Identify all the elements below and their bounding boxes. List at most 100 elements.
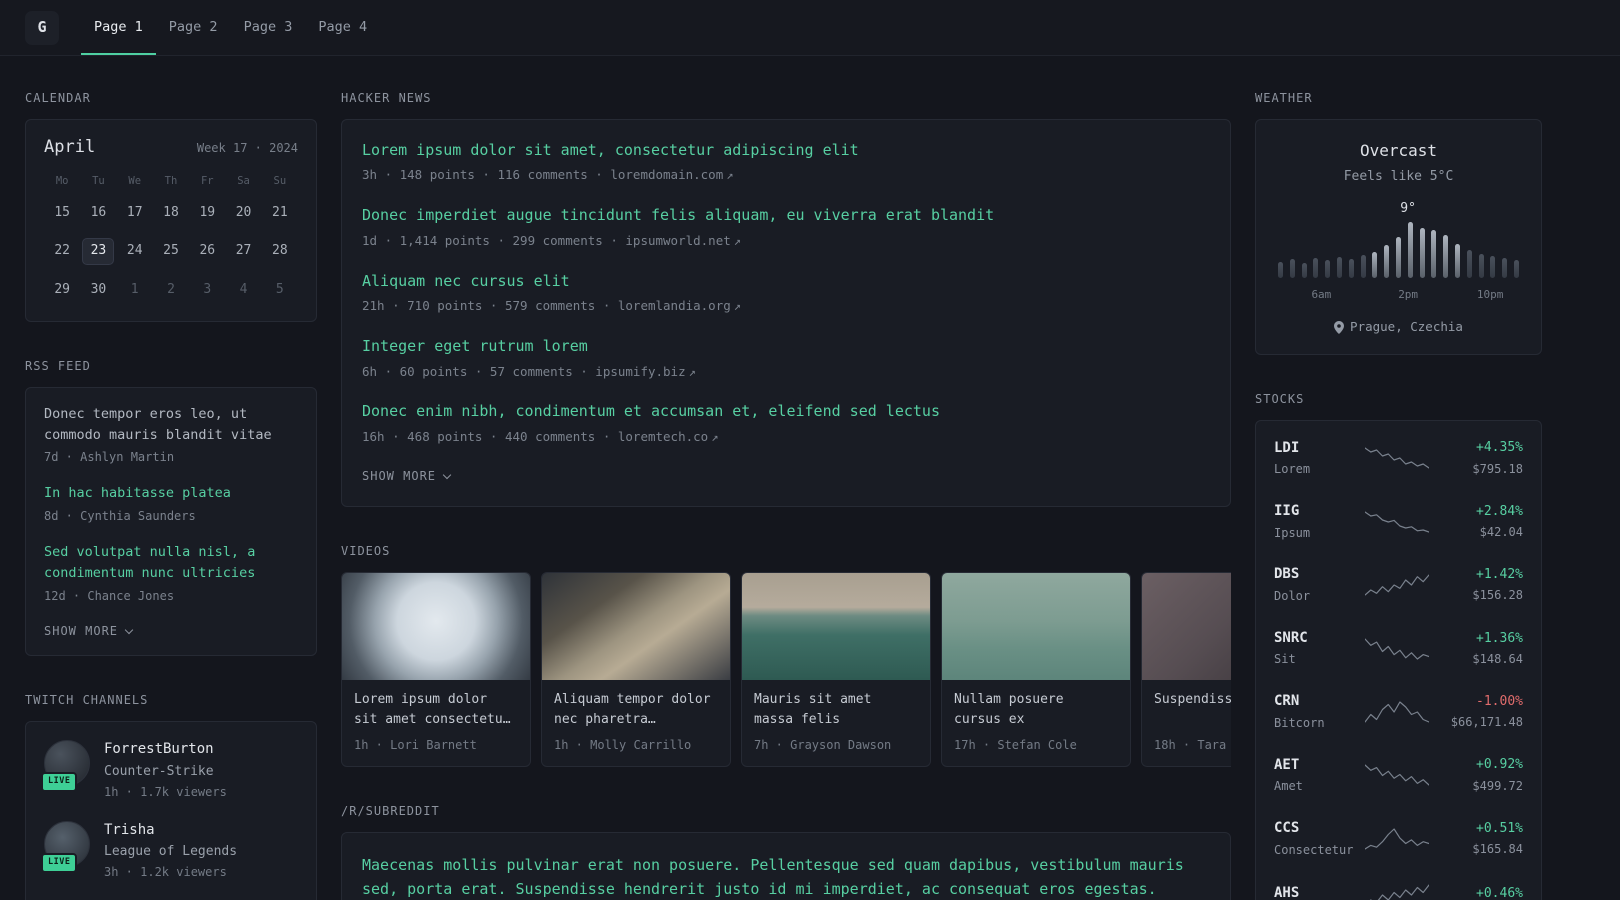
hn-show-more-button[interactable]: SHOW MORE [362, 468, 452, 485]
calendar-week-row: 29 30 1 2 3 4 5 [44, 277, 298, 303]
temp-bar [1419, 227, 1425, 279]
calendar-day-headers: Mo Tu We Th Fr Sa Su [44, 174, 298, 189]
calendar-day: 16 [90, 205, 107, 221]
right-column: WEATHER Overcast Feels like 5°C 9° 6am 2p… [1255, 90, 1542, 900]
stock-ticker[interactable]: IIG [1274, 502, 1365, 522]
external-link-icon[interactable]: ↗ [711, 430, 718, 444]
rss-headline[interactable]: In hac habitasse platea [44, 483, 298, 504]
video-card[interactable]: Nullam posuere cursus ex 17h · Stefan Co… [941, 572, 1131, 768]
video-card[interactable]: Suspendisse diam 18h · Tara [1141, 572, 1231, 768]
stock-row[interactable]: AHS +0.46% [1274, 870, 1523, 900]
day-header: Tu [92, 174, 105, 187]
video-title[interactable]: Nullam posuere cursus ex [954, 690, 1118, 730]
hn-story-link[interactable]: Lorem ipsum dolor sit amet, consectetur … [362, 140, 859, 161]
hn-story-link[interactable]: Donec enim nibh, condimentum et accumsan… [362, 401, 940, 422]
hn-item: Integer eget rutrum lorem 6h · 60 points… [362, 336, 1210, 380]
hn-story-link[interactable]: Aliquam nec cursus elit [362, 271, 570, 292]
hn-story-meta: 3h · 148 points · 116 comments · loremdo… [362, 166, 1210, 184]
channel-name[interactable]: Trisha [104, 821, 237, 841]
external-link-icon[interactable]: ↗ [734, 234, 741, 248]
weather-feels-like: Feels like 5°C [1343, 169, 1454, 185]
temp-bar [1431, 230, 1437, 279]
subreddit-widget-title: /R/SUBREDDIT [341, 804, 440, 819]
external-link-icon[interactable]: ↗ [726, 168, 733, 182]
channel-meta: 1h · 1.7k viewers [104, 784, 227, 799]
video-thumbnail[interactable] [742, 573, 930, 681]
video-meta: 17h · Stefan Cole [954, 738, 1077, 753]
stock-price: $66,171.48 [1450, 715, 1523, 730]
rss-item: Donec tempor eros leo, ut commodo mauris… [44, 404, 298, 467]
stock-sparkline [1364, 764, 1429, 786]
stock-change: +0.51% [1476, 820, 1523, 836]
video-title[interactable]: Aliquam tempor dolor nec pharetra… [554, 690, 718, 730]
tab-page-2[interactable]: Page 2 [156, 0, 231, 55]
video-card[interactable]: Mauris sit amet massa felis 7h · Grayson… [741, 572, 931, 768]
hn-story-link[interactable]: Integer eget rutrum lorem [362, 336, 588, 357]
video-thumbnail[interactable] [1142, 573, 1231, 681]
rss-show-more-button[interactable]: SHOW MORE [44, 623, 134, 640]
app-logo[interactable]: G [25, 10, 59, 45]
videos-carousel: Lorem ipsum dolor sit amet consectetu… 1… [341, 572, 1231, 768]
left-column: CALENDAR April Week 17 · 2024 Mo Tu We T… [25, 90, 317, 900]
rss-item: In hac habitasse platea 8d · Cynthia Sau… [44, 483, 298, 525]
stock-row[interactable]: IIG Ipsum +2.84% $42.04 [1274, 490, 1523, 553]
stock-change: +1.36% [1476, 630, 1523, 646]
hn-item: Aliquam nec cursus elit 21h · 710 points… [362, 271, 1210, 315]
calendar-day: 20 [235, 205, 252, 221]
stock-ticker[interactable]: LDI [1274, 439, 1365, 459]
calendar-week-row: 22 23 24 25 26 27 28 [44, 238, 298, 265]
video-title[interactable]: Mauris sit amet massa felis [754, 690, 918, 730]
stock-sparkline [1364, 574, 1429, 596]
hn-story-link[interactable]: Donec imperdiet augue tincidunt felis al… [362, 205, 994, 226]
stock-ticker[interactable]: DBS [1274, 565, 1365, 585]
stock-price: $42.04 [1479, 524, 1523, 539]
day-header: Su [273, 174, 287, 187]
stock-row[interactable]: LDI Lorem +4.35% $795.18 [1274, 427, 1523, 490]
stock-ticker[interactable]: SNRC [1274, 629, 1365, 649]
channel-game: League of Legends [104, 844, 238, 860]
stock-name: Bitcorn [1274, 715, 1325, 730]
calendar-day: 25 [163, 243, 179, 259]
video-meta: 1h · Lori Barnett [354, 738, 477, 753]
rss-headline[interactable]: Sed volutpat nulla nisl, a condimentum n… [44, 542, 298, 584]
hn-meta-text: 3h · 148 points · 116 comments · loremdo… [362, 167, 724, 183]
video-title[interactable]: Suspendisse diam [1154, 690, 1231, 730]
stock-row[interactable]: AET Amet +0.92% $499.72 [1274, 744, 1523, 807]
rss-meta: 7d · Ashlyn Martin [44, 450, 175, 465]
external-link-icon[interactable]: ↗ [734, 299, 741, 313]
hn-story-meta: 6h · 60 points · 57 comments · ipsumify.… [362, 363, 1210, 381]
stock-ticker[interactable]: AET [1274, 756, 1365, 776]
chevron-down-icon [442, 470, 452, 479]
reddit-post-link[interactable]: Maecenas mollis pulvinar erat non posuer… [362, 853, 1210, 900]
video-thumbnail[interactable] [342, 573, 530, 681]
calendar-day-out-month: 1 [130, 281, 139, 297]
video-card[interactable]: Aliquam tempor dolor nec pharetra… 1h · … [541, 572, 731, 768]
stock-ticker[interactable]: AHS [1274, 884, 1365, 900]
channel-game: Counter-Strike [104, 763, 214, 779]
hour-label: 2pm [1398, 288, 1419, 302]
calendar-day-out-month: 2 [167, 281, 175, 297]
video-card[interactable]: Lorem ipsum dolor sit amet consectetu… 1… [341, 572, 531, 768]
video-title[interactable]: Lorem ipsum dolor sit amet consectetu… [354, 690, 518, 730]
channel-name[interactable]: ForrestBurton [104, 740, 227, 760]
videos-widget-title: VIDEOS [341, 544, 391, 559]
twitch-channel[interactable]: LIVE ForrestBurton Counter-Strike 1h · 1… [41, 740, 298, 801]
external-link-icon[interactable]: ↗ [689, 365, 696, 379]
stock-row[interactable]: DBS Dolor +1.42% $156.28 [1274, 553, 1523, 616]
tab-page-3[interactable]: Page 3 [231, 0, 306, 55]
stock-change: -1.00% [1476, 693, 1523, 709]
calendar-day-out-month: 3 [203, 281, 212, 297]
twitch-channel[interactable]: LIVE Trisha League of Legends 3h · 1.2k … [41, 820, 298, 882]
stock-row[interactable]: SNRC Sit +1.36% $148.64 [1274, 617, 1523, 680]
tab-page-4[interactable]: Page 4 [305, 0, 380, 55]
stock-row[interactable]: CRN Bitcorn -1.00% $66,171.48 [1274, 680, 1523, 743]
stock-ticker[interactable]: CCS [1274, 819, 1365, 839]
location-pin-icon [1334, 320, 1345, 334]
calendar-day-out-month: 4 [239, 281, 248, 297]
rss-headline[interactable]: Donec tempor eros leo, ut commodo mauris… [44, 404, 298, 446]
stock-row[interactable]: CCS Consectetur +0.51% $165.84 [1274, 807, 1523, 870]
stock-ticker[interactable]: CRN [1274, 692, 1365, 712]
video-thumbnail[interactable] [542, 573, 730, 681]
tab-page-1[interactable]: Page 1 [81, 0, 156, 55]
video-thumbnail[interactable] [942, 573, 1130, 681]
